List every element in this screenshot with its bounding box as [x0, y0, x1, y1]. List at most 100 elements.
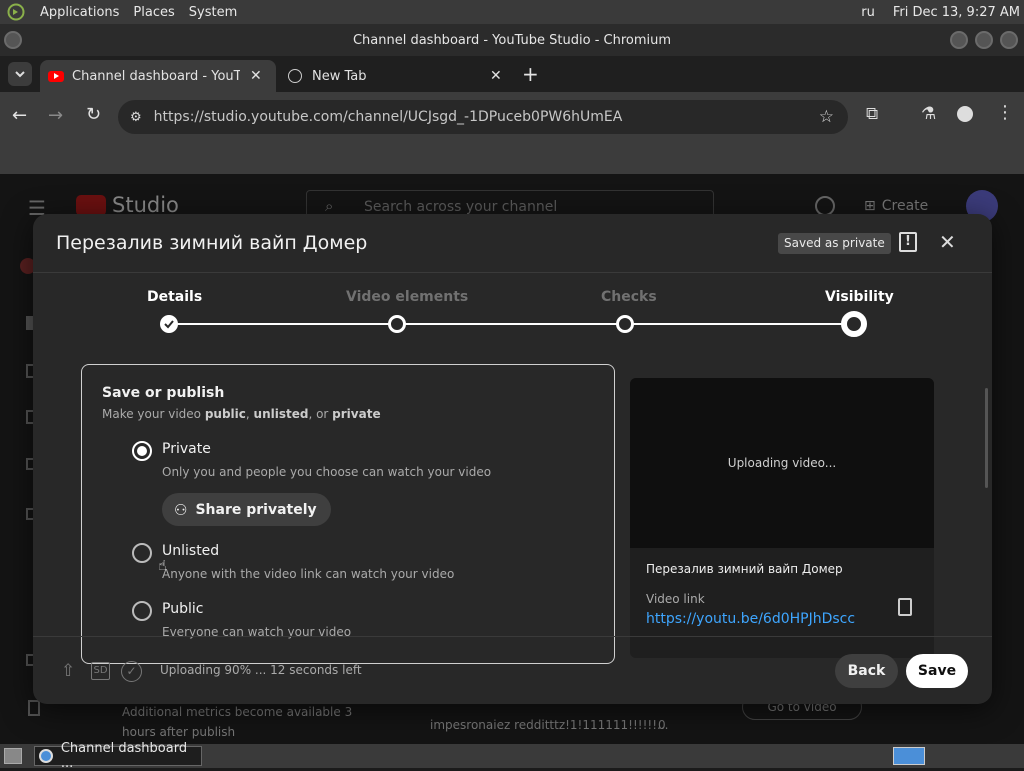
preview-video-title: Перезалив зимний вайп Домер: [646, 562, 843, 576]
tab-title: Channel dashboard - YouTub: [72, 68, 240, 84]
profile-avatar-icon[interactable]: [957, 106, 973, 122]
video-preview-card: Uploading video... Перезалив зимний вайп…: [630, 378, 934, 658]
bottom-taskbar: Channel dashboard ...: [0, 741, 1024, 771]
subtitle-text: , or: [308, 407, 333, 421]
back-arrow-icon[interactable]: ←: [12, 105, 27, 126]
radio-unlisted[interactable]: [132, 543, 152, 563]
globe-icon: [288, 69, 302, 83]
upload-arrow-icon: ⇧: [61, 661, 76, 681]
subtitle-text: Make your video: [102, 407, 205, 421]
url-text: https://studio.youtube.com/channel/UCJsg…: [153, 109, 623, 125]
share-privately-button[interactable]: ⚇ Share privately: [162, 493, 331, 526]
maximize-button[interactable]: [975, 31, 993, 49]
radio-private[interactable]: [132, 441, 152, 461]
header-divider: [33, 272, 992, 273]
taskbar-window-button[interactable]: Channel dashboard ...: [34, 741, 202, 771]
uploading-status: Uploading video...: [727, 456, 837, 470]
distro-logo-icon[interactable]: [6, 3, 26, 21]
saved-status-badge: Saved as private: [778, 233, 891, 254]
labs-flask-icon[interactable]: ⚗: [921, 104, 936, 124]
window-titlebar: Channel dashboard - YouTube Studio - Chr…: [0, 24, 1024, 56]
address-bar[interactable]: ⚙ https://studio.youtube.com/channel/UCJ…: [118, 100, 848, 134]
new-tab-plus-icon[interactable]: +: [522, 62, 539, 86]
checks-complete-icon: ✓: [121, 661, 142, 682]
back-button[interactable]: Back: [835, 654, 898, 688]
create-label: Create: [881, 198, 929, 214]
show-desktop-icon[interactable]: [4, 748, 22, 764]
tab-channel-dashboard[interactable]: Channel dashboard - YouTub ✕: [40, 60, 276, 92]
copy-link-icon[interactable]: [898, 598, 912, 616]
bg-metrics-text-1: Additional metrics become available 3: [122, 705, 353, 719]
system-panel: Applications Places System ru Fri Dec 13…: [0, 0, 1024, 24]
step-details-check-icon[interactable]: [160, 315, 178, 333]
extensions-puzzle-icon[interactable]: ⧉: [866, 104, 878, 124]
step-details-label[interactable]: Details: [147, 289, 202, 305]
video-link-url[interactable]: https://youtu.be/6d0HPJhDscc: [646, 611, 855, 627]
stepper-line: [170, 323, 854, 325]
public-label[interactable]: Public: [162, 601, 203, 617]
youtube-logo-icon[interactable]: [76, 195, 106, 216]
tab-close-icon[interactable]: ✕: [250, 68, 262, 84]
close-window-button[interactable]: [1000, 31, 1018, 49]
subtitle-public: public: [204, 407, 246, 421]
reload-icon[interactable]: ↻: [86, 104, 101, 125]
menu-system[interactable]: System: [189, 5, 237, 20]
subtitle-unlisted: unlisted: [253, 407, 309, 421]
private-description: Only you and people you choose can watch…: [162, 465, 492, 479]
upload-progress-text: Uploading 90% ... 12 seconds left: [160, 663, 362, 677]
private-label[interactable]: Private: [162, 441, 211, 457]
dialog-title: Перезалив зимний вайп Домер: [56, 232, 368, 254]
tab-search-button[interactable]: [8, 62, 32, 86]
upload-dialog: Перезалив зимний вайп Домер Saved as pri…: [33, 214, 992, 704]
help-icon[interactable]: [815, 196, 835, 216]
step-checks-label[interactable]: Checks: [601, 289, 657, 305]
tab-strip: Channel dashboard - YouTub ✕ New Tab ✕ +: [0, 56, 1024, 92]
browser-toolbar: ← → ↻ ⚙ https://studio.youtube.com/chann…: [0, 92, 1024, 142]
search-placeholder: Search across your channel: [364, 199, 558, 215]
unlisted-label[interactable]: Unlisted: [162, 543, 219, 559]
create-video-icon: ⊞: [864, 198, 876, 214]
radio-public[interactable]: [132, 601, 152, 621]
create-button[interactable]: ⊞ Create: [864, 198, 928, 214]
publish-heading: Save or publish: [102, 385, 225, 401]
menu-places[interactable]: Places: [133, 5, 174, 20]
step-video-elements-label[interactable]: Video elements: [346, 289, 468, 305]
tab-close-icon[interactable]: ✕: [490, 68, 502, 84]
step-video-elements-dot[interactable]: [388, 315, 406, 333]
bookmark-bar: [0, 142, 1024, 174]
kebab-menu-icon[interactable]: ⋮: [996, 102, 1014, 123]
workspace-switcher[interactable]: [893, 747, 925, 765]
bg-metrics-text-2: hours after publish: [122, 725, 236, 739]
chevron-down-icon: [15, 71, 25, 78]
video-link-label: Video link: [646, 592, 705, 606]
minimize-button[interactable]: [950, 31, 968, 49]
tab-new-tab[interactable]: New Tab ✕: [280, 60, 512, 92]
unlisted-description: Anyone with the video link can watch you…: [162, 567, 455, 581]
save-button[interactable]: Save: [906, 654, 968, 688]
search-icon: ⌕: [325, 197, 334, 215]
dialog-footer: ⇧ SD ✓ Uploading 90% ... 12 seconds left…: [33, 636, 992, 704]
chromium-icon: [39, 749, 53, 763]
keyboard-layout-indicator[interactable]: ru: [861, 5, 875, 20]
clock[interactable]: Fri Dec 13, 9:27 AM: [893, 5, 1020, 20]
mouse-cursor-hand-icon: ☝: [158, 558, 167, 574]
window-menu-button[interactable]: [4, 31, 22, 49]
save-or-publish-card: Save or publish Make your video public , …: [81, 364, 615, 664]
dialog-scrollbar[interactable]: [985, 388, 988, 488]
bg-comment-count: 0: [658, 718, 666, 732]
share-privately-label: Share privately: [195, 501, 317, 518]
youtube-favicon-icon: [48, 70, 64, 82]
step-visibility-dot[interactable]: [841, 311, 867, 337]
step-checks-dot[interactable]: [616, 315, 634, 333]
report-issue-icon[interactable]: !: [899, 232, 917, 252]
site-info-icon[interactable]: ⚙: [130, 110, 142, 125]
sd-quality-icon: SD: [91, 662, 110, 680]
bg-comment-text: impesronaiez redditttz!1!111111!!!!!!...: [430, 718, 669, 732]
video-player[interactable]: Uploading video...: [630, 378, 934, 548]
menu-applications[interactable]: Applications: [40, 5, 119, 20]
close-dialog-icon[interactable]: ✕: [939, 230, 956, 254]
step-visibility-label[interactable]: Visibility: [825, 289, 894, 305]
bookmark-star-icon[interactable]: ☆: [819, 107, 834, 127]
tab-title: New Tab: [312, 68, 367, 84]
forward-arrow-icon[interactable]: →: [48, 105, 63, 126]
